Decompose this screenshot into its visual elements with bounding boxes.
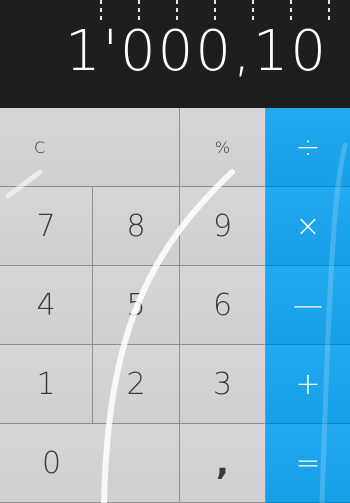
digit-3-button[interactable]: 3 — [180, 345, 266, 424]
multiply-button[interactable]: × — [266, 187, 350, 266]
digit-4-button[interactable]: 4 — [0, 266, 93, 345]
keypad: C % ÷ 7 8 9 × 4 5 6 — 1 2 3 + 0 , = — [0, 108, 350, 503]
calculator: 1'000,10 C % ÷ 7 8 9 × 4 5 6 — 1 2 3 + 0… — [0, 0, 350, 503]
digit-2-button[interactable]: 2 — [93, 345, 180, 424]
divide-button[interactable]: ÷ — [266, 108, 350, 187]
display-panel: 1'000,10 — [0, 0, 350, 108]
display-value: 1'000,10 — [65, 19, 328, 84]
decimal-comma-button[interactable]: , — [180, 424, 266, 503]
percent-button[interactable]: % — [180, 108, 266, 187]
digit-6-button[interactable]: 6 — [180, 266, 266, 345]
digit-1-button[interactable]: 1 — [0, 345, 93, 424]
plus-button[interactable]: + — [266, 345, 350, 424]
digit-7-button[interactable]: 7 — [0, 187, 93, 266]
minus-button[interactable]: — — [266, 266, 350, 345]
digit-5-button[interactable]: 5 — [93, 266, 180, 345]
equals-button[interactable]: = — [266, 424, 350, 503]
digit-9-button[interactable]: 9 — [180, 187, 266, 266]
digit-8-button[interactable]: 8 — [93, 187, 180, 266]
digit-0-button[interactable]: 0 — [0, 424, 180, 503]
clear-button[interactable]: C — [0, 108, 180, 187]
tick-mark — [328, 0, 330, 22]
